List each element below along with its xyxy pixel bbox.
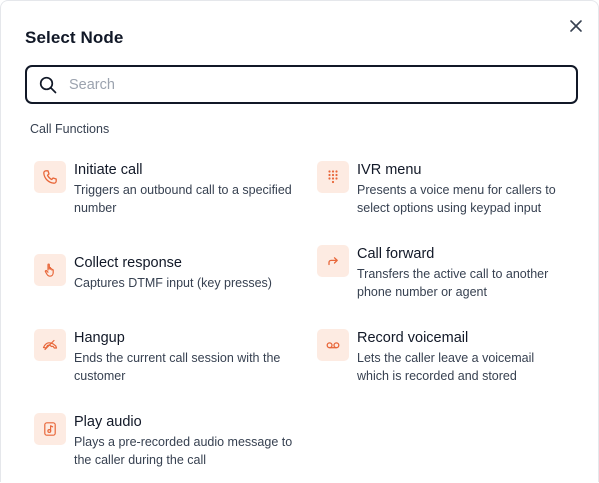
keypad-icon	[317, 161, 349, 193]
phone-icon	[34, 161, 66, 193]
node-initiate-call[interactable]: Initiate call Triggers an outbound call …	[34, 161, 294, 231]
node-record-voicemail[interactable]: Record voicemail Lets the caller leave a…	[317, 329, 577, 399]
search-box[interactable]	[25, 65, 578, 104]
select-node-dialog: Select Node Call Functions Initiate call…	[0, 0, 599, 482]
node-description: Transfers the active call to another pho…	[357, 267, 549, 299]
node-description: Presents a voice menu for callers to sel…	[357, 183, 556, 215]
phone-hangup-icon	[34, 329, 66, 361]
search-input[interactable]	[69, 76, 539, 93]
node-collect-response[interactable]: Collect response Captures DTMF input (ke…	[34, 254, 294, 324]
node-title: Initiate call	[74, 162, 143, 178]
node-ivr-menu[interactable]: IVR menu Presents a voice menu for calle…	[317, 161, 577, 231]
section-title: Call Functions	[30, 122, 110, 136]
node-title: Call forward	[357, 246, 435, 262]
node-play-audio[interactable]: Play audio Plays a pre-recorded audio me…	[34, 413, 294, 483]
audio-file-icon	[34, 413, 66, 445]
node-title: Collect response	[74, 255, 182, 271]
node-description: Ends the current call session with the c…	[74, 351, 281, 383]
node-description: Lets the caller leave a voicemail which …	[357, 351, 535, 383]
node-title: Hangup	[74, 330, 125, 346]
voicemail-icon	[317, 329, 349, 361]
node-hangup[interactable]: Hangup Ends the current call session wit…	[34, 329, 294, 399]
node-call-forward[interactable]: Call forward Transfers the active call t…	[317, 245, 577, 315]
dialog-title: Select Node	[25, 28, 124, 47]
node-title: Record voicemail	[357, 330, 469, 346]
node-title: Play audio	[74, 414, 142, 430]
node-description: Triggers an outbound call to a specified…	[74, 183, 292, 215]
node-description: Plays a pre-recorded audio message to th…	[74, 435, 293, 467]
node-title: IVR menu	[357, 162, 422, 178]
node-description: Captures DTMF input (key presses)	[74, 276, 272, 290]
close-icon[interactable]	[566, 16, 586, 36]
search-icon	[39, 76, 57, 94]
forward-arrow-icon	[317, 245, 349, 277]
hand-pointer-icon	[34, 254, 66, 286]
